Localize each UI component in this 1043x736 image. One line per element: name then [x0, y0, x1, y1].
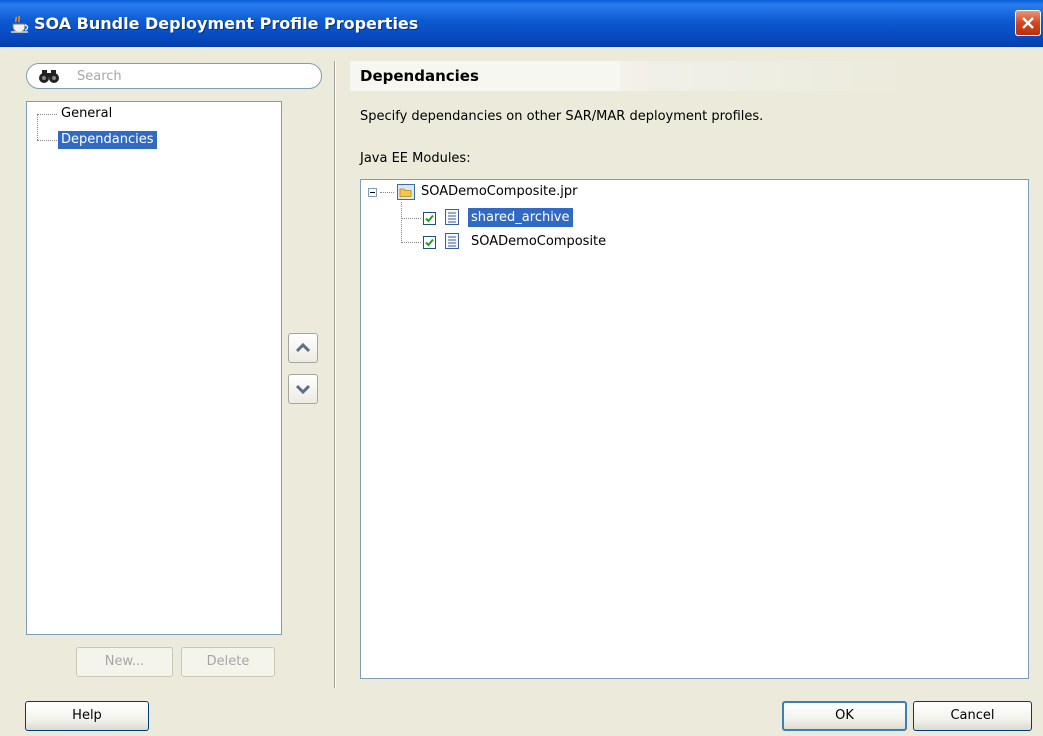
search-box[interactable] [26, 63, 322, 89]
new-button[interactable]: New... [76, 647, 173, 677]
cancel-button-label: Cancel [950, 708, 995, 723]
help-button-label: Help [72, 708, 102, 723]
move-up-button[interactable] [288, 333, 318, 363]
shared-archive-checkbox[interactable] [423, 212, 436, 225]
tree-connector [37, 114, 38, 140]
java-cup-icon [8, 13, 32, 35]
window-title: SOA Bundle Deployment Profile Properties [34, 14, 419, 33]
nav-item-general[interactable]: General [58, 105, 115, 123]
tree-connector [37, 140, 57, 141]
section-title: Dependancies [360, 67, 479, 85]
modules-tree[interactable]: SOADemoComposite.jpr shared_archive SOAD… [360, 179, 1029, 679]
collapse-toggle[interactable] [368, 188, 377, 197]
delete-button[interactable]: Delete [181, 647, 275, 677]
tree-connector [401, 242, 421, 243]
move-down-button[interactable] [288, 374, 318, 404]
composite-file-icon [445, 233, 459, 249]
checkmark-icon [425, 214, 434, 223]
nav-item-dependancies[interactable]: Dependancies [58, 131, 157, 149]
archive-file-icon [445, 209, 459, 225]
cancel-button[interactable]: Cancel [913, 701, 1032, 731]
binoculars-icon [38, 68, 60, 88]
navigation-tree[interactable]: General Dependancies [26, 101, 282, 635]
ok-button-label: OK [835, 708, 854, 723]
chevron-down-icon [295, 384, 311, 395]
tree-connector [401, 218, 421, 219]
tree-connector [380, 192, 394, 193]
new-button-label: New... [104, 654, 145, 669]
delete-button-label: Delete [206, 654, 250, 669]
checkmark-icon [425, 238, 434, 247]
soademocomposite-checkbox[interactable] [423, 236, 436, 249]
section-header-fade [620, 61, 924, 91]
panel-separator [334, 61, 336, 688]
help-button[interactable]: Help [25, 701, 149, 731]
panel-description: Specify dependancies on other SAR/MAR de… [360, 109, 764, 124]
ok-button[interactable]: OK [782, 701, 907, 731]
close-button[interactable] [1015, 10, 1041, 36]
tree-item-shared-archive[interactable]: shared_archive [468, 208, 573, 227]
tree-connector [37, 114, 57, 115]
chevron-up-icon [295, 342, 311, 353]
close-icon [1022, 17, 1034, 29]
search-input[interactable] [77, 67, 307, 85]
tree-root-label[interactable]: SOADemoComposite.jpr [418, 182, 581, 201]
title-bar: SOA Bundle Deployment Profile Properties [0, 0, 1043, 47]
section-header: Dependancies [350, 61, 924, 91]
modules-label: Java EE Modules: [360, 151, 471, 166]
project-folder-icon [397, 184, 415, 200]
tree-connector [401, 202, 402, 243]
tree-item-soademocomposite[interactable]: SOADemoComposite [468, 232, 609, 251]
